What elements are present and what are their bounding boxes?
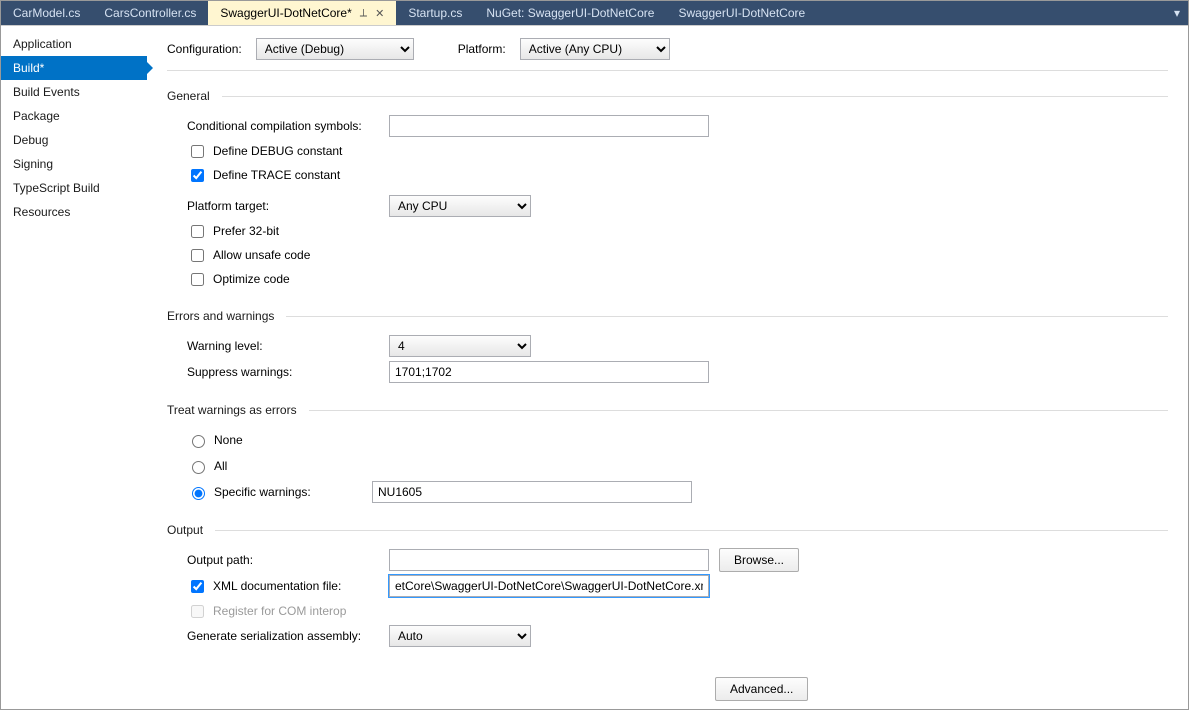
build-page: Configuration: Active (Debug) Platform: … xyxy=(147,26,1188,709)
tab-overflow-button[interactable]: ▾ xyxy=(1166,1,1188,25)
register-com-checkbox: Register for COM interop xyxy=(167,599,1168,623)
radio-label: None xyxy=(214,433,243,447)
warning-level-label: Warning level: xyxy=(187,339,389,353)
tab-label: SwaggerUI-DotNetCore* xyxy=(220,6,351,20)
checkbox-icon[interactable] xyxy=(191,273,204,286)
cond-symbols-input[interactable] xyxy=(389,115,709,137)
tab-nuget[interactable]: NuGet: SwaggerUI-DotNetCore xyxy=(474,1,666,25)
output-path-input[interactable] xyxy=(389,549,709,571)
checkbox-label: Define DEBUG constant xyxy=(213,144,342,158)
suppress-warnings-input[interactable] xyxy=(389,361,709,383)
sidebar-item-build-events[interactable]: Build Events xyxy=(1,80,147,104)
tab-label: CarsController.cs xyxy=(104,6,196,20)
sidebar-item-build[interactable]: Build* xyxy=(1,56,147,80)
define-debug-checkbox[interactable]: Define DEBUG constant xyxy=(167,139,1168,163)
treat-all-radio[interactable]: All xyxy=(167,453,1168,479)
xml-doc-label: XML documentation file: xyxy=(213,579,341,593)
sidebar-item-label: Package xyxy=(13,109,60,123)
platform-target-select[interactable]: Any CPU xyxy=(389,195,531,217)
sidebar-item-label: Debug xyxy=(13,133,48,147)
configuration-label: Configuration: xyxy=(167,42,242,56)
sidebar-item-label: Build Events xyxy=(13,85,80,99)
checkbox-label: Define TRACE constant xyxy=(213,168,340,182)
warning-level-select[interactable]: 4 xyxy=(389,335,531,357)
sidebar-item-label: Application xyxy=(13,37,72,51)
tab-carscontroller[interactable]: CarsController.cs xyxy=(92,1,208,25)
document-tabbar: CarModel.cs CarsController.cs SwaggerUI-… xyxy=(1,1,1188,25)
config-platform-row: Configuration: Active (Debug) Platform: … xyxy=(167,38,1168,60)
tab-label: Startup.cs xyxy=(408,6,462,20)
prefer-32bit-checkbox[interactable]: Prefer 32-bit xyxy=(167,219,1168,243)
divider xyxy=(167,70,1168,71)
advanced-button[interactable]: Advanced... xyxy=(715,677,808,701)
gen-serial-select[interactable]: Auto xyxy=(389,625,531,647)
platform-select[interactable]: Active (Any CPU) xyxy=(520,38,670,60)
sidebar-item-signing[interactable]: Signing xyxy=(1,152,147,176)
close-icon[interactable]: ✕ xyxy=(375,7,384,20)
sidebar-item-label: Resources xyxy=(13,205,70,219)
checkbox-icon[interactable] xyxy=(191,225,204,238)
tab-swaggerui[interactable]: SwaggerUI-DotNetCore xyxy=(666,1,817,25)
project-properties-window: CarModel.cs CarsController.cs SwaggerUI-… xyxy=(0,0,1189,710)
output-path-label: Output path: xyxy=(187,553,389,567)
radio-icon[interactable] xyxy=(192,461,205,474)
checkbox-label: Optimize code xyxy=(213,272,290,286)
platform-label: Platform: xyxy=(458,42,506,56)
sidebar-item-debug[interactable]: Debug xyxy=(1,128,147,152)
optimize-code-checkbox[interactable]: Optimize code xyxy=(167,267,1168,291)
configuration-select[interactable]: Active (Debug) xyxy=(256,38,414,60)
group-title-errors: Errors and warnings xyxy=(167,309,274,323)
define-trace-checkbox[interactable]: Define TRACE constant xyxy=(167,163,1168,187)
treat-none-radio[interactable]: None xyxy=(167,427,1168,453)
divider xyxy=(286,316,1168,317)
sidebar-item-package[interactable]: Package xyxy=(1,104,147,128)
body: Application Build* Build Events Package … xyxy=(1,25,1188,709)
radio-icon[interactable] xyxy=(192,435,205,448)
checkbox-icon[interactable] xyxy=(191,145,204,158)
tab-startup[interactable]: Startup.cs xyxy=(396,1,474,25)
xml-doc-input[interactable] xyxy=(389,575,709,597)
treat-specific-radio[interactable] xyxy=(192,487,205,500)
tab-label: CarModel.cs xyxy=(13,6,80,20)
allow-unsafe-checkbox[interactable]: Allow unsafe code xyxy=(167,243,1168,267)
tab-label: SwaggerUI-DotNetCore xyxy=(678,6,805,20)
group-title-general: General xyxy=(167,89,210,103)
divider xyxy=(309,410,1168,411)
sidebar-item-label: TypeScript Build xyxy=(13,181,100,195)
checkbox-icon xyxy=(191,605,204,618)
divider xyxy=(215,530,1168,531)
tab-label: NuGet: SwaggerUI-DotNetCore xyxy=(486,6,654,20)
specific-warnings-input[interactable] xyxy=(372,481,692,503)
checkbox-label: Prefer 32-bit xyxy=(213,224,279,238)
checkbox-label: Allow unsafe code xyxy=(213,248,310,262)
pin-icon[interactable]: ⟂ xyxy=(360,7,367,20)
radio-label: All xyxy=(214,459,227,473)
properties-sidebar: Application Build* Build Events Package … xyxy=(1,26,147,709)
checkbox-label: Register for COM interop xyxy=(213,604,346,618)
sidebar-item-label: Build* xyxy=(13,61,44,75)
group-title-output: Output xyxy=(167,523,203,537)
suppress-warnings-label: Suppress warnings: xyxy=(187,365,389,379)
tab-carmodel[interactable]: CarModel.cs xyxy=(1,1,92,25)
sidebar-item-resources[interactable]: Resources xyxy=(1,200,147,224)
platform-target-label: Platform target: xyxy=(187,199,389,213)
checkbox-icon[interactable] xyxy=(191,169,204,182)
browse-button[interactable]: Browse... xyxy=(719,548,799,572)
divider xyxy=(222,96,1168,97)
cond-symbols-label: Conditional compilation symbols: xyxy=(187,119,389,133)
sidebar-item-typescript-build[interactable]: TypeScript Build xyxy=(1,176,147,200)
group-title-treat: Treat warnings as errors xyxy=(167,403,297,417)
sidebar-item-label: Signing xyxy=(13,157,53,171)
sidebar-item-application[interactable]: Application xyxy=(1,32,147,56)
tab-swaggerui-project[interactable]: SwaggerUI-DotNetCore* ⟂ ✕ xyxy=(208,1,396,25)
checkbox-icon[interactable] xyxy=(191,249,204,262)
xml-doc-checkbox[interactable] xyxy=(191,580,204,593)
gen-serial-label: Generate serialization assembly: xyxy=(187,629,389,643)
